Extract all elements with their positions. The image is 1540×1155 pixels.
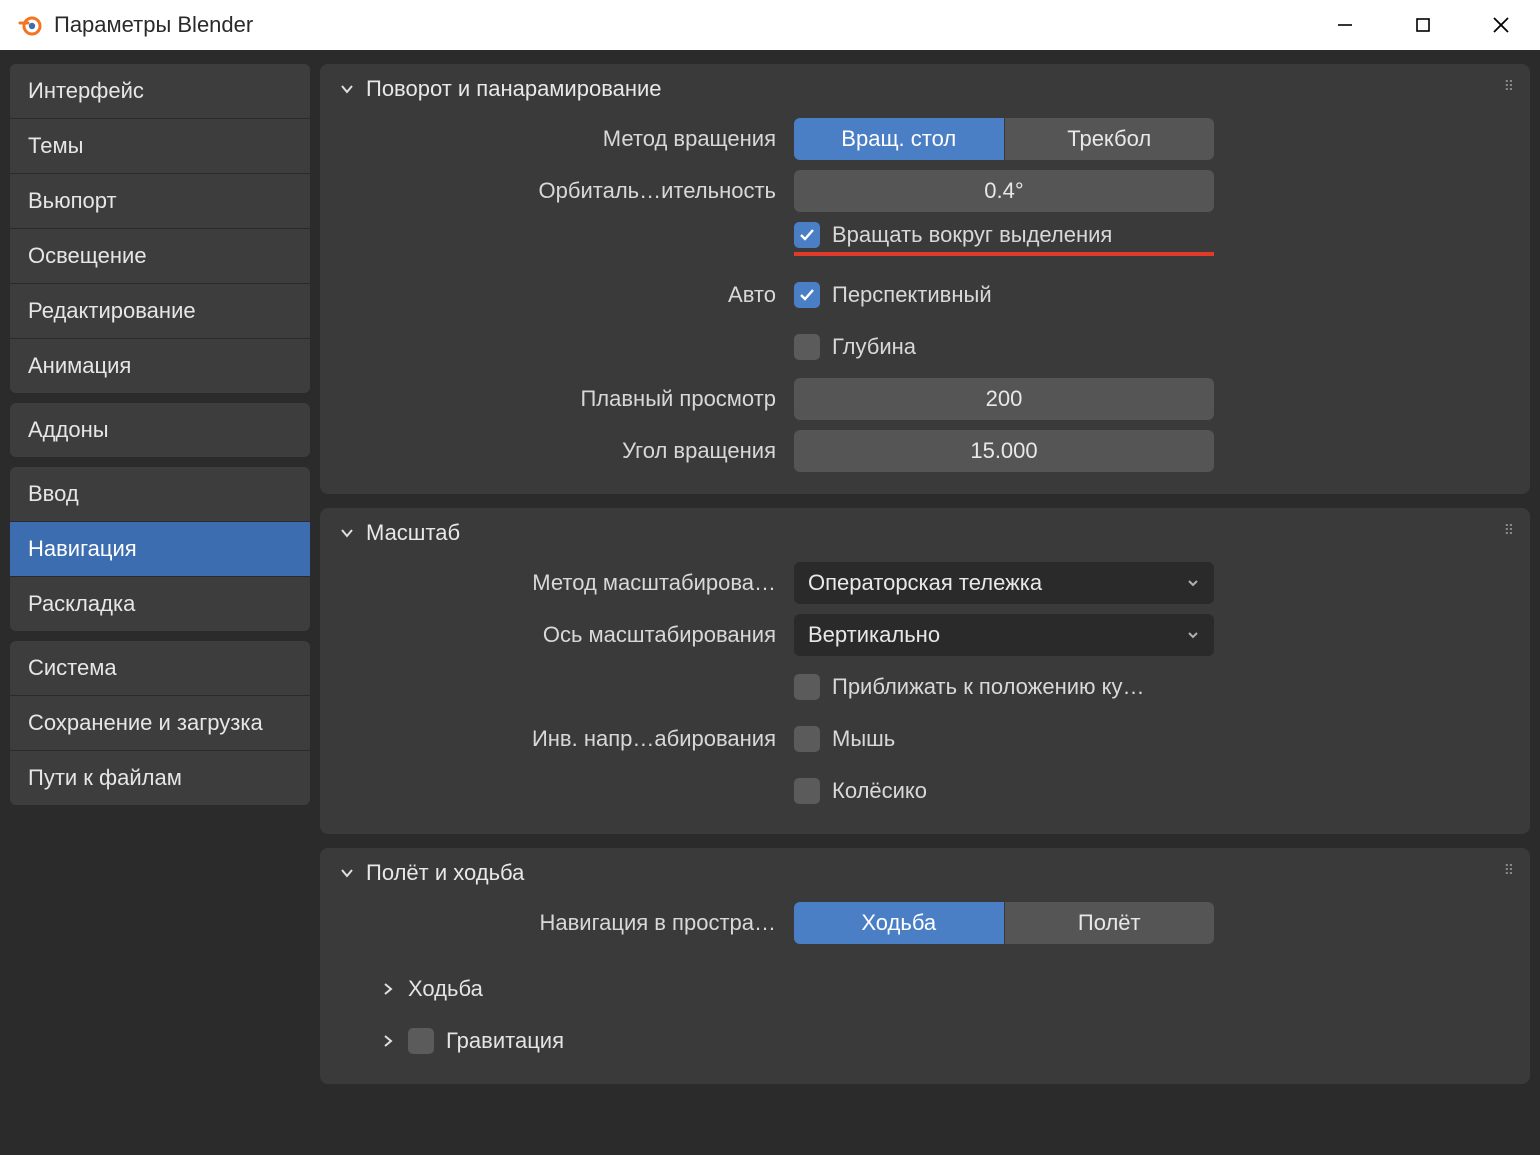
auto-perspective-checkbox[interactable]: [794, 282, 820, 308]
rotation-method-segmented[interactable]: Вращ. столТрекбол: [794, 118, 1214, 160]
zoom-to-mouse-checkbox[interactable]: [794, 674, 820, 700]
segment-option[interactable]: Ходьба: [794, 902, 1004, 944]
blender-logo-icon: [18, 13, 42, 37]
sidebar-item[interactable]: Освещение: [10, 228, 310, 283]
sidebar-item[interactable]: Вьюпорт: [10, 173, 310, 228]
zoom-method-label: Метод масштабирова…: [334, 570, 794, 596]
orbit-around-selection-label: Вращать вокруг выделения: [832, 222, 1112, 248]
invert-wheel-label: Колёсико: [832, 778, 927, 804]
gravity-subpanel-toggle[interactable]: Гравитация: [334, 1020, 1516, 1062]
walk-subpanel-toggle[interactable]: Ходьба: [334, 968, 1516, 1010]
segment-option[interactable]: Вращ. стол: [794, 118, 1004, 160]
sidebar-item[interactable]: Раскладка: [10, 576, 310, 631]
invert-wheel-checkbox[interactable]: [794, 778, 820, 804]
auto-label: Авто: [334, 282, 794, 308]
window-minimize-button[interactable]: [1306, 0, 1384, 50]
smooth-view-field[interactable]: 200: [794, 378, 1214, 420]
panel-title: Полёт и ходьба: [366, 860, 524, 886]
preferences-content: ⠿ Поворот и панарамирование Метод вращен…: [320, 50, 1540, 1155]
orbit-sensitivity-label: Орбиталь…ительность: [334, 178, 794, 204]
sidebar-item[interactable]: Интерфейс: [10, 64, 310, 118]
sidebar-item[interactable]: Редактирование: [10, 283, 310, 338]
auto-depth-label: Глубина: [832, 334, 916, 360]
sidebar-item[interactable]: Система: [10, 641, 310, 695]
chevron-down-icon: [338, 864, 356, 882]
sidebar-item[interactable]: Пути к файлам: [10, 750, 310, 805]
smooth-view-label: Плавный просмотр: [334, 386, 794, 412]
sidebar-item[interactable]: Ввод: [10, 467, 310, 521]
window-titlebar: Параметры Blender: [0, 0, 1540, 50]
sidebar-item[interactable]: Аддоны: [10, 403, 310, 457]
chevron-right-icon: [380, 1033, 396, 1049]
panel-orbit-pan: ⠿ Поворот и панарамирование Метод вращен…: [320, 64, 1530, 494]
chevron-down-icon: [1186, 628, 1200, 642]
window-title: Параметры Blender: [54, 12, 1306, 38]
zoom-axis-value: Вертикально: [808, 622, 940, 648]
rotation-method-label: Метод вращения: [334, 126, 794, 152]
gravity-checkbox[interactable]: [408, 1028, 434, 1054]
panel-grip-icon[interactable]: ⠿: [1504, 78, 1516, 95]
zoom-method-dropdown[interactable]: Операторская тележка: [794, 562, 1214, 604]
sidebar-item[interactable]: Темы: [10, 118, 310, 173]
zoom-axis-label: Ось масштабирования: [334, 622, 794, 648]
panel-header-fly-walk[interactable]: Полёт и ходьба: [334, 860, 1516, 886]
window-maximize-button[interactable]: [1384, 0, 1462, 50]
invert-mouse-checkbox[interactable]: [794, 726, 820, 752]
panel-grip-icon[interactable]: ⠿: [1504, 522, 1516, 539]
zoom-to-mouse-label: Приближать к положению ку…: [832, 674, 1145, 700]
invert-mouse-label: Мышь: [832, 726, 895, 752]
zoom-axis-dropdown[interactable]: Вертикально: [794, 614, 1214, 656]
chevron-down-icon: [1186, 576, 1200, 590]
sidebar-item[interactable]: Анимация: [10, 338, 310, 393]
window-close-button[interactable]: [1462, 0, 1540, 50]
sidebar-item[interactable]: Сохранение и загрузка: [10, 695, 310, 750]
panel-fly-walk: ⠿ Полёт и ходьба Навигация в простра… Хо…: [320, 848, 1530, 1084]
rotation-angle-field[interactable]: 15.000: [794, 430, 1214, 472]
sidebar-item[interactable]: Навигация: [10, 521, 310, 576]
rotation-angle-label: Угол вращения: [334, 438, 794, 464]
preferences-sidebar: ИнтерфейсТемыВьюпортОсвещениеРедактирова…: [0, 50, 320, 1155]
zoom-method-value: Операторская тележка: [808, 570, 1042, 596]
chevron-down-icon: [338, 80, 356, 98]
panel-title: Поворот и панарамирование: [366, 76, 662, 102]
panel-header-orbit-pan[interactable]: Поворот и панарамирование: [334, 76, 1516, 102]
segment-option[interactable]: Полёт: [1004, 902, 1215, 944]
panel-grip-icon[interactable]: ⠿: [1504, 862, 1516, 879]
orbit-sensitivity-field[interactable]: 0.4°: [794, 170, 1214, 212]
invert-zoom-label: Инв. напр…абирования: [334, 726, 794, 752]
gravity-sub-label: Гравитация: [446, 1028, 564, 1054]
chevron-right-icon: [380, 981, 396, 997]
nav-view-label: Навигация в простра…: [334, 910, 794, 936]
orbit-around-selection-checkbox[interactable]: [794, 222, 820, 248]
auto-depth-checkbox[interactable]: [794, 334, 820, 360]
annotation-underline: [794, 246, 1214, 256]
panel-header-zoom[interactable]: Масштаб: [334, 520, 1516, 546]
auto-perspective-label: Перспективный: [832, 282, 992, 308]
chevron-down-icon: [338, 524, 356, 542]
window-controls: [1306, 0, 1540, 50]
walk-sub-label: Ходьба: [408, 976, 483, 1002]
segment-option[interactable]: Трекбол: [1004, 118, 1215, 160]
panel-zoom: ⠿ Масштаб Метод масштабирова… Операторск…: [320, 508, 1530, 834]
nav-view-segmented[interactable]: ХодьбаПолёт: [794, 902, 1214, 944]
panel-title: Масштаб: [366, 520, 460, 546]
